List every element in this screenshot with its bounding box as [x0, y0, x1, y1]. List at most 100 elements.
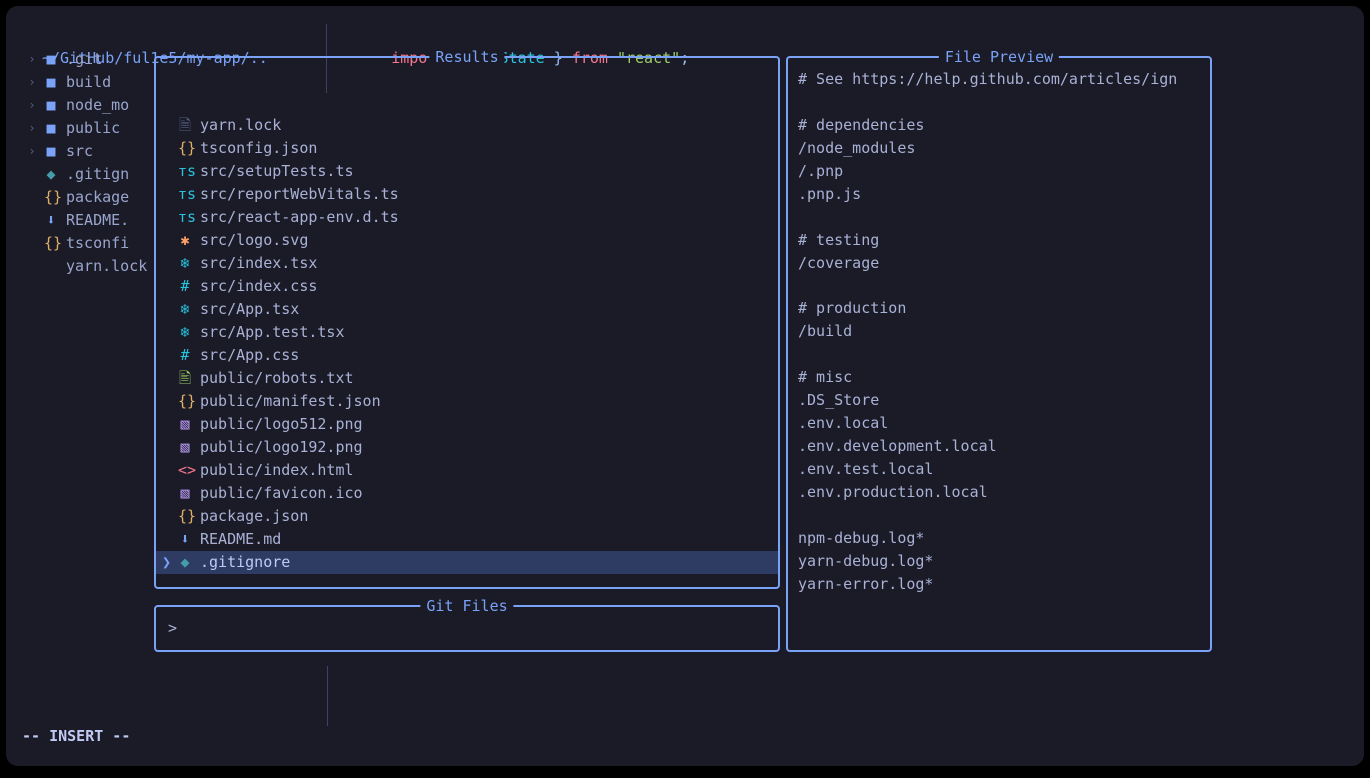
tree-item[interactable]: › ■ public: [22, 117, 162, 140]
vertical-separator: [327, 666, 328, 726]
result-item[interactable]: ⬇ README.md: [156, 528, 778, 551]
result-item[interactable]: <> public/index.html: [156, 459, 778, 482]
result-item-label: src/logo.svg: [200, 229, 308, 252]
react-icon: ❄: [178, 321, 192, 344]
result-item-label: src/App.test.tsx: [200, 321, 345, 344]
result-item-label: public/robots.txt: [200, 367, 354, 390]
result-item[interactable]: ❄ src/App.test.tsx: [156, 321, 778, 344]
mode-indicator: -- INSERT --: [22, 725, 130, 748]
file-preview-content: # See https://help.github.com/articles/i…: [798, 68, 1200, 644]
css-icon: #: [178, 275, 192, 298]
teal-diamond-icon: ◆: [178, 551, 192, 574]
result-item-label: src/setupTests.ts: [200, 160, 354, 183]
result-item[interactable]: # src/index.css: [156, 275, 778, 298]
img-icon: ▧: [178, 413, 192, 436]
tree-item-label: tsconfi: [66, 232, 129, 255]
chevron-right-icon: ›: [28, 50, 36, 68]
react-icon: ❄: [178, 252, 192, 275]
tree-item[interactable]: ›◆.gitign: [22, 163, 162, 186]
folder-icon: ■: [44, 140, 58, 163]
img-icon: ▧: [178, 436, 192, 459]
result-item-label: .gitignore: [200, 551, 290, 574]
react-icon: ❄: [178, 298, 192, 321]
txt-icon: 🖹: [178, 367, 192, 390]
result-item[interactable]: ᴛs src/reportWebVitals.ts: [156, 183, 778, 206]
tree-item-label: README.: [66, 209, 129, 232]
ts-icon: ᴛs: [178, 206, 192, 229]
file-icon: 🗎: [178, 114, 192, 137]
tree-item[interactable]: › ■ build: [22, 71, 162, 94]
result-item-label: src/App.css: [200, 344, 299, 367]
result-item-label: public/favicon.ico: [200, 482, 363, 505]
tree-item[interactable]: ›{}tsconfi: [22, 232, 162, 255]
tree-item-label: build: [66, 71, 111, 94]
gitfiles-panel: Git Files >: [154, 605, 780, 652]
tree-item-label: package: [66, 186, 129, 209]
result-item[interactable]: ▧ public/logo192.png: [156, 436, 778, 459]
result-item-label: public/manifest.json: [200, 390, 381, 413]
html-icon: <>: [178, 459, 192, 482]
result-item[interactable]: # src/App.css: [156, 344, 778, 367]
tree-item-label: src: [66, 140, 93, 163]
json-icon: {}: [44, 232, 58, 255]
result-item[interactable]: {} tsconfig.json: [156, 137, 778, 160]
result-item[interactable]: ❄ src/App.tsx: [156, 298, 778, 321]
folder-icon: ■: [44, 71, 58, 94]
result-item[interactable]: ᴛs src/react-app-env.d.ts: [156, 206, 778, 229]
folder-icon: ■: [44, 48, 58, 71]
result-item-label: src/index.css: [200, 275, 317, 298]
tree-item-label: yarn.lock: [66, 255, 147, 278]
result-item-label: README.md: [200, 528, 281, 551]
tree-item-label: public: [66, 117, 120, 140]
readme-icon: ⬇: [44, 209, 58, 232]
file-preview-panel: File Preview # See https://help.github.c…: [786, 56, 1212, 652]
tree-item[interactable]: ›■node_mo: [22, 94, 162, 117]
result-item-label: yarn.lock: [200, 114, 281, 137]
teal-diamond-icon: ◆: [44, 163, 58, 186]
result-item[interactable]: ᴛs src/setupTests.ts: [156, 160, 778, 183]
readme-icon: ⬇: [178, 528, 192, 551]
selection-marker-icon: ❯: [162, 551, 171, 574]
result-item[interactable]: 🗎 yarn.lock: [156, 114, 778, 137]
chevron-right-icon: ›: [28, 119, 36, 137]
json-icon: {}: [178, 390, 192, 413]
json-icon: {}: [178, 505, 192, 528]
json-icon: {}: [178, 137, 192, 160]
result-item[interactable]: {} package.json: [156, 505, 778, 528]
json-icon: {}: [44, 186, 58, 209]
tree-item[interactable]: ›{}package: [22, 186, 162, 209]
tree-item[interactable]: ›yarn.lock: [22, 255, 162, 278]
file-tree: ›■.git›■build›■node_mo›■public›■src›◆.gi…: [22, 48, 162, 278]
results-title: Results: [429, 46, 504, 69]
result-item[interactable]: ❄ src/index.tsx: [156, 252, 778, 275]
chevron-right-icon: ›: [28, 73, 36, 91]
img-icon: ▧: [178, 482, 192, 505]
css-icon: #: [178, 344, 192, 367]
tree-item[interactable]: › ■ src: [22, 140, 162, 163]
tree-item-label: node_mo: [66, 94, 129, 117]
folder-icon: ■: [44, 117, 58, 140]
tree-item-label: .git: [66, 48, 102, 71]
result-item-label: public/logo192.png: [200, 436, 363, 459]
tree-item[interactable]: › ■ .git: [22, 48, 162, 71]
result-item-label: src/App.tsx: [200, 298, 299, 321]
ts-icon: ᴛs: [178, 160, 192, 183]
result-item-label: src/index.tsx: [200, 252, 317, 275]
ts-icon: ᴛs: [178, 183, 192, 206]
tree-item[interactable]: ›⬇README.: [22, 209, 162, 232]
result-item[interactable]: ▧public/logo512.png: [156, 413, 778, 436]
tree-item-label: .gitign: [66, 163, 129, 186]
results-panel: Results 🗎yarn.lock{}tsconfig.jsonᴛssrc/s…: [154, 56, 780, 589]
svg-icon: ✱: [178, 229, 192, 252]
result-item-label: src/react-app-env.d.ts: [200, 206, 399, 229]
result-item-label: package.json: [200, 505, 308, 528]
result-item-label: tsconfig.json: [200, 137, 317, 160]
result-item[interactable]: ❯ ◆ .gitignore: [156, 551, 778, 574]
result-item[interactable]: {} public/manifest.json: [156, 390, 778, 413]
result-item[interactable]: 🖹 public/robots.txt: [156, 367, 778, 390]
result-item-label: src/reportWebVitals.ts: [200, 183, 399, 206]
chevron-right-icon: ›: [28, 142, 36, 160]
result-item[interactable]: ✱ src/logo.svg: [156, 229, 778, 252]
result-item-label: public/index.html: [200, 459, 354, 482]
result-item[interactable]: ▧ public/favicon.ico: [156, 482, 778, 505]
